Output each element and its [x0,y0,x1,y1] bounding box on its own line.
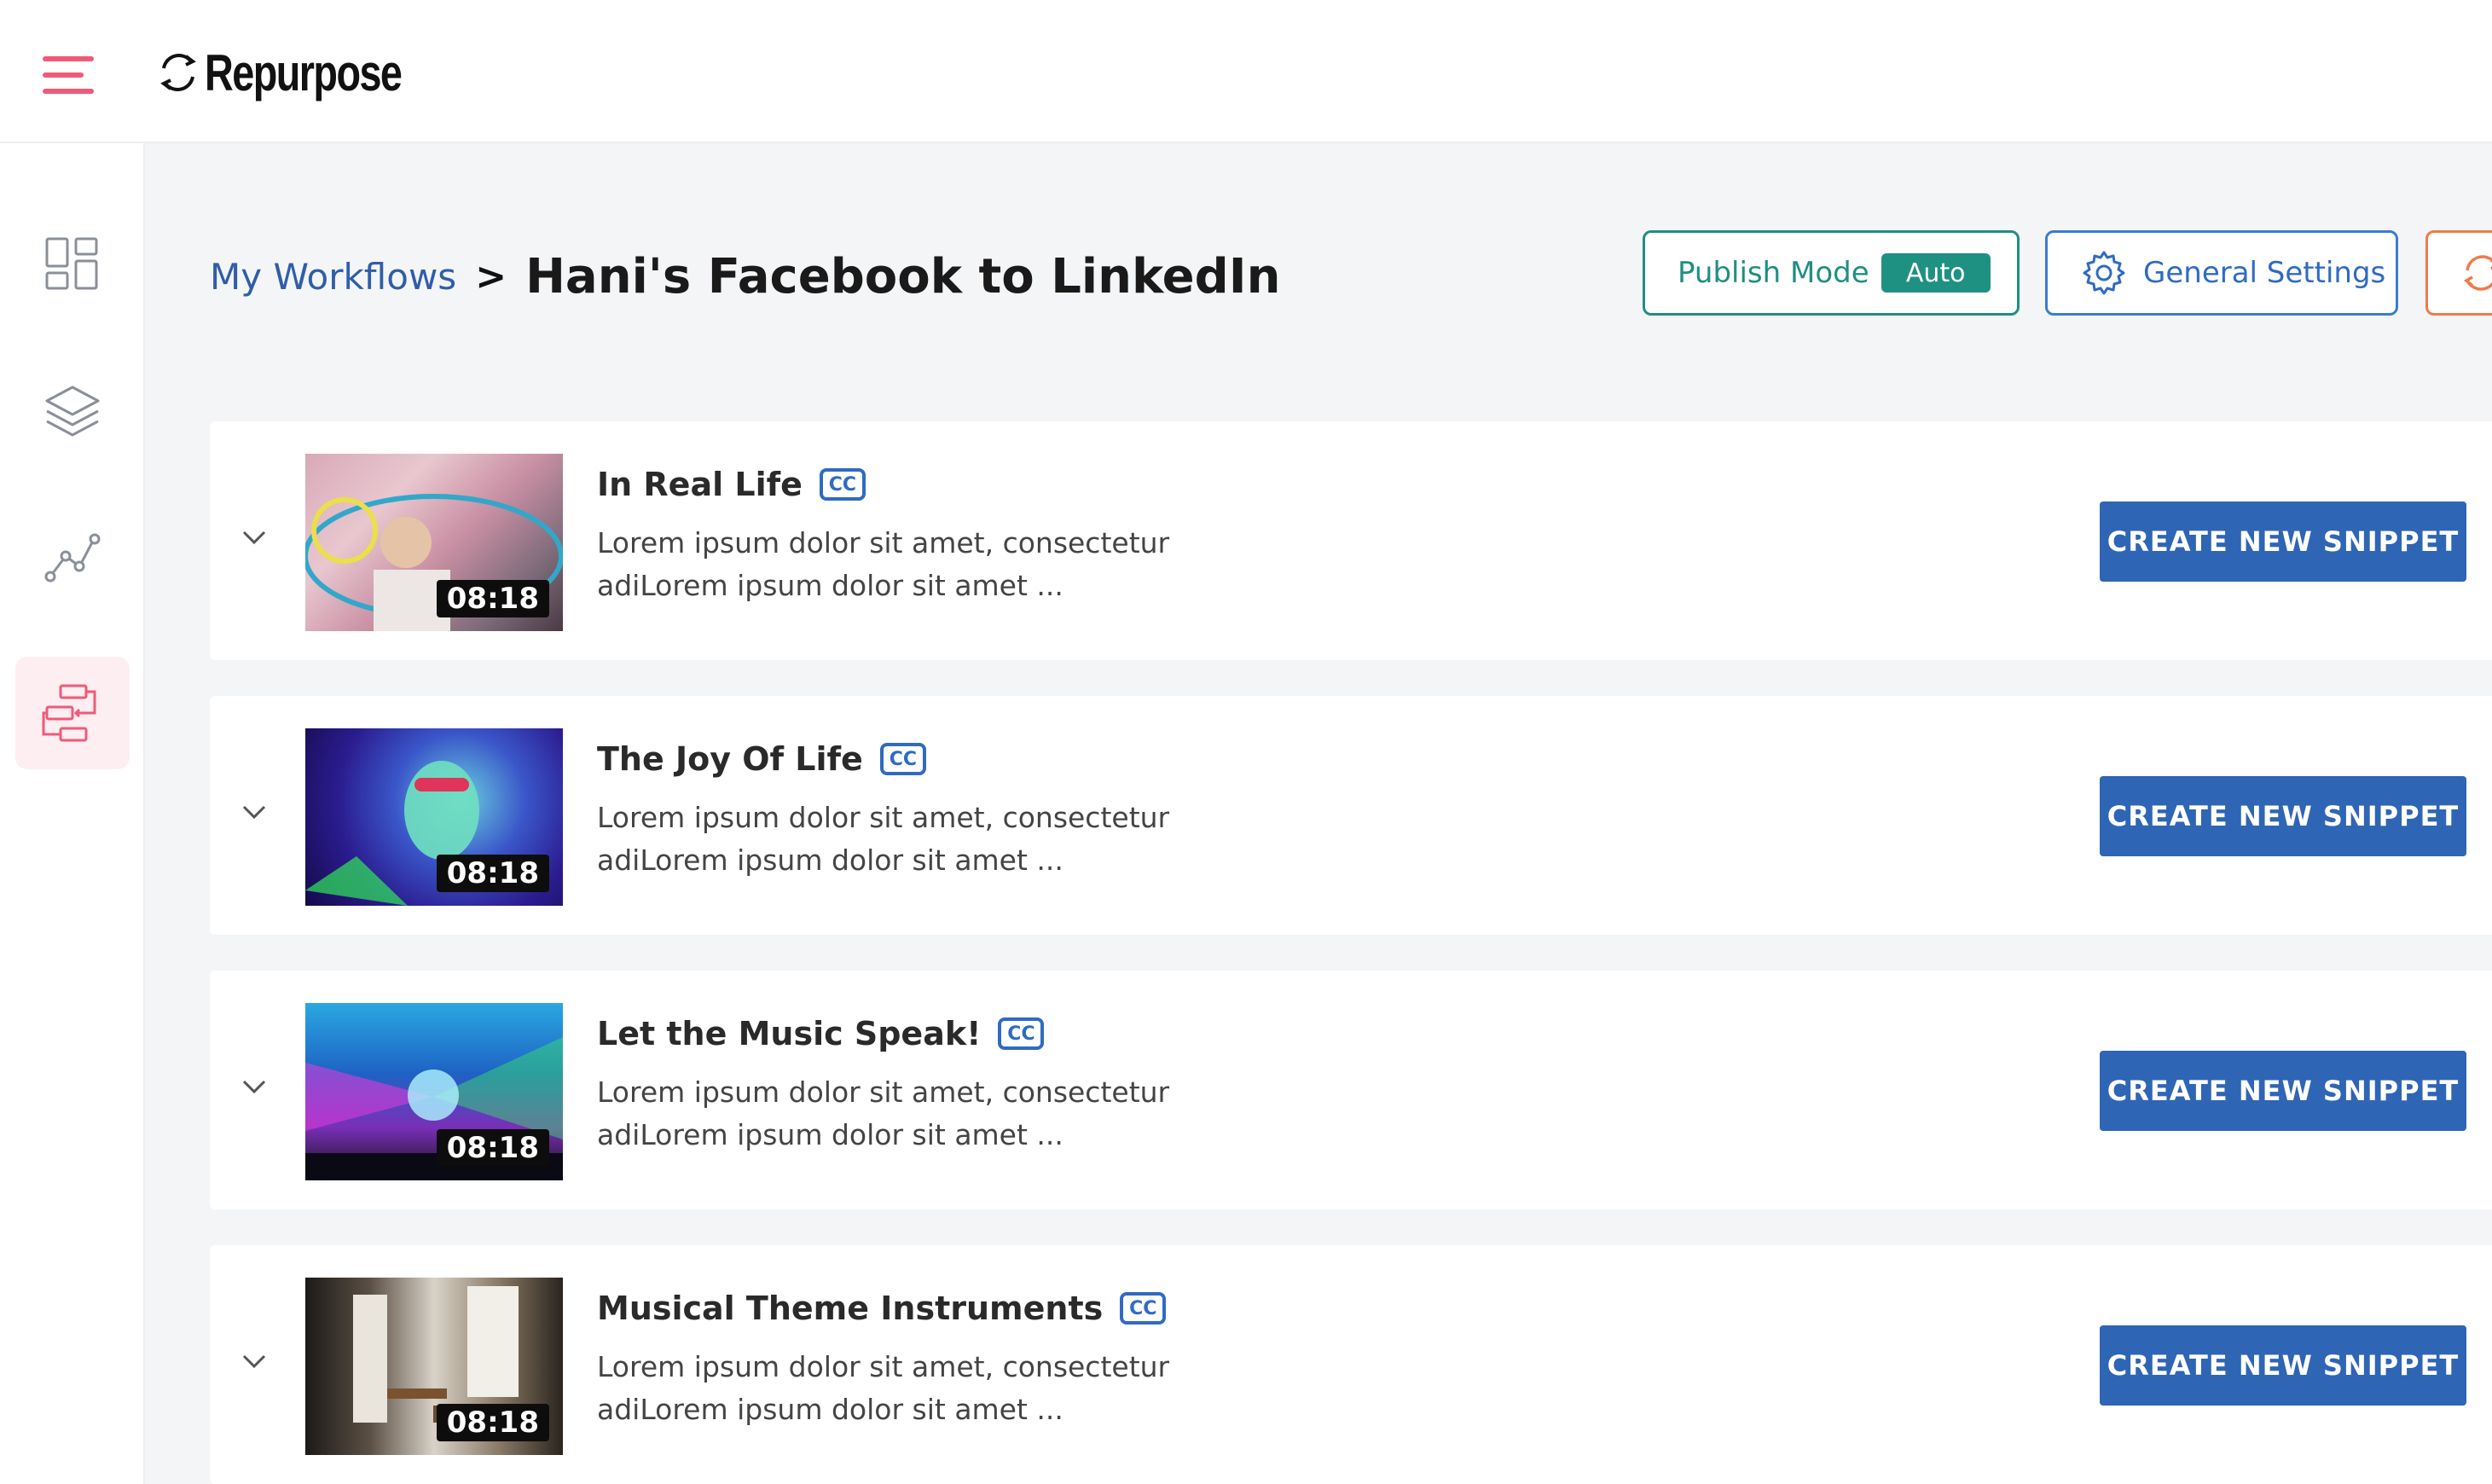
app-logo[interactable]: Repurpose [157,43,456,102]
video-title: The Joy Of Life [597,740,863,778]
video-title: In Real Life [597,466,803,503]
layers-icon [45,385,100,437]
video-card: 08:18 The Joy Of Life CC Lorem ipsum dol… [210,696,2492,935]
closed-captions-icon[interactable]: CC [819,468,866,501]
create-new-snippet-button[interactable]: CREATE NEW SNIPPET [2100,1051,2466,1131]
sidebar [0,143,145,1484]
general-settings-button[interactable]: General Settings [2045,230,2398,316]
breadcrumb: My Workflows > Hani's Facebook to Linked… [210,242,1280,310]
video-thumbnail[interactable]: 08:18 [305,454,563,631]
video-title: Let the Music Speak! [597,1015,982,1052]
top-bar: Repurpose [0,0,2492,143]
publish-mode-button[interactable]: Publish Mode Auto [1643,230,2020,316]
chevron-down-icon[interactable] [237,1070,271,1104]
create-new-snippet-button[interactable]: CREATE NEW SNIPPET [2100,776,2466,856]
closed-captions-icon[interactable]: CC [879,743,926,775]
video-duration: 08:18 [436,580,549,617]
video-description: Lorem ipsum dolor sit amet, consectetur … [597,801,1170,877]
sidebar-item-dashboard[interactable] [15,208,130,321]
closed-captions-icon[interactable]: CC [1120,1292,1167,1325]
video-card: 08:18 In Real Life CC Lorem ipsum dolor … [210,421,2492,660]
video-thumbnail[interactable]: 08:18 [305,1278,563,1455]
chevron-down-icon[interactable] [237,520,271,554]
breadcrumb-separator: > [475,254,507,299]
video-thumbnail[interactable]: 08:18 [305,1003,563,1180]
video-duration: 08:18 [436,1404,549,1441]
page-title: Hani's Facebook to LinkedIn [525,248,1281,304]
publish-mode-label: Publish Mode [1678,256,1869,290]
sidebar-item-workflows[interactable] [15,657,130,769]
gear-icon [2083,251,2125,295]
video-description: Lorem ipsum dolor sit amet, consectetur … [597,526,1170,602]
analytics-icon [44,533,101,583]
breadcrumb-my-workflows-link[interactable]: My Workflows [210,256,456,298]
menu-icon[interactable] [43,56,97,94]
general-settings-label: General Settings [2143,256,2386,290]
video-duration: 08:18 [436,1129,549,1167]
create-new-snippet-button[interactable]: CREATE NEW SNIPPET [2100,501,2466,582]
refresh-icon [2463,255,2492,291]
video-description: Lorem ipsum dolor sit amet, consectetur … [597,1075,1170,1151]
video-title: Musical Theme Instruments [597,1290,1104,1327]
closed-captions-icon[interactable]: CC [998,1017,1045,1050]
refresh-button[interactable] [2425,230,2492,316]
video-duration: 08:18 [436,855,549,892]
video-thumbnail[interactable]: 08:18 [305,728,563,906]
video-card: 08:18 Musical Theme Instruments CC Lorem… [210,1245,2492,1484]
app-name: Repurpose [205,43,403,101]
video-card: 08:18 Let the Music Speak! CC Lorem ipsu… [210,971,2492,1209]
chevron-down-icon[interactable] [237,1344,271,1378]
sidebar-item-analytics[interactable] [15,501,130,614]
workflow-icon [42,684,96,742]
video-description: Lorem ipsum dolor sit amet, consectetur … [597,1350,1170,1426]
chevron-down-icon[interactable] [237,795,271,829]
refresh-logo-icon [160,54,196,91]
publish-mode-badge: Auto [1881,253,1991,293]
dashboard-icon [45,237,98,290]
sidebar-item-layers[interactable] [15,355,130,467]
create-new-snippet-button[interactable]: CREATE NEW SNIPPET [2100,1325,2466,1406]
